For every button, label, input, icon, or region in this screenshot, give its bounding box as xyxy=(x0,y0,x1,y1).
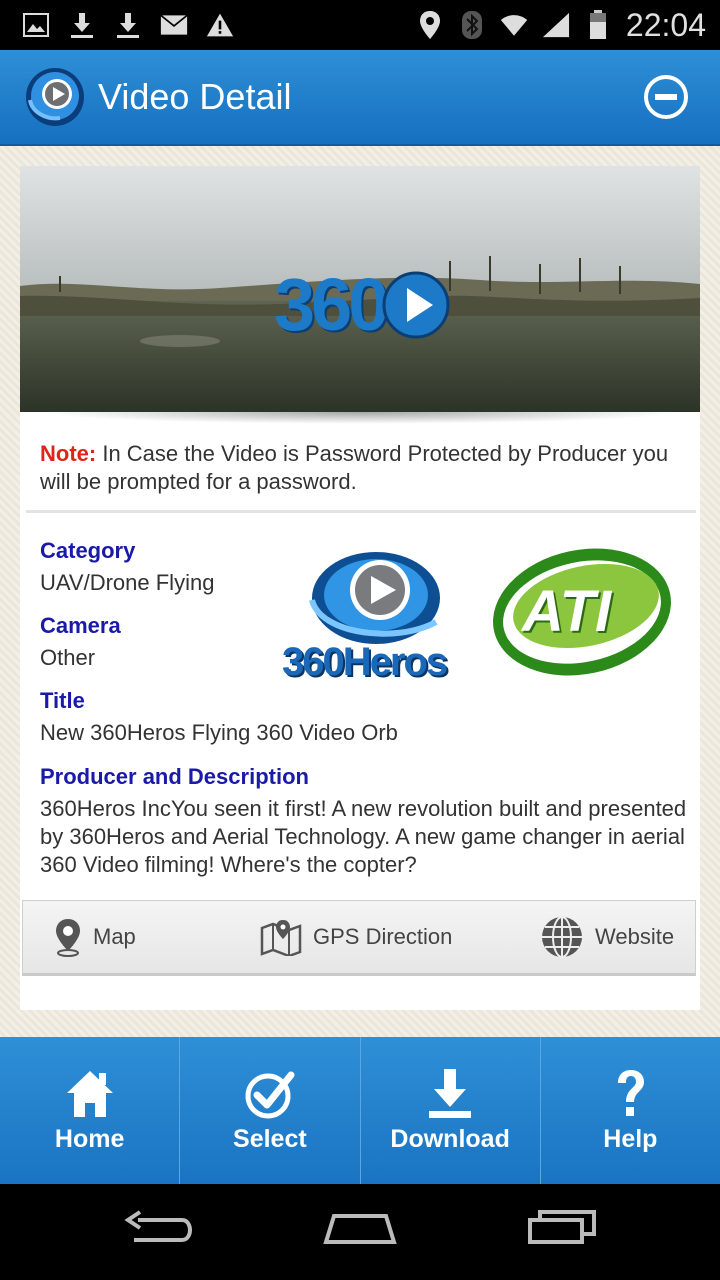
app-header: Video Detail xyxy=(0,50,720,146)
category-value: UAV/Drone Flying xyxy=(40,570,215,595)
play-icon[interactable] xyxy=(381,270,451,340)
title-value: New 360Heros Flying 360 Video Orb xyxy=(40,720,398,745)
producer-description: 360Heros IncYou seen it first! A new rev… xyxy=(40,796,687,877)
note-label: Note: xyxy=(40,441,97,466)
signal-icon xyxy=(542,11,570,39)
website-label: Website xyxy=(595,924,675,949)
globe-icon xyxy=(542,916,582,958)
download-tray-icon xyxy=(429,1069,472,1118)
status-bar: 22:04 xyxy=(0,0,720,50)
title-label: Title xyxy=(40,688,85,713)
battery-icon xyxy=(584,10,612,39)
home-icon xyxy=(66,1071,113,1117)
nav-download[interactable]: Download xyxy=(361,1037,541,1184)
minus-circle-icon[interactable] xyxy=(642,73,690,121)
video-thumbnail[interactable]: 360 xyxy=(20,166,700,412)
nav-help[interactable]: Help xyxy=(541,1037,720,1184)
ati-text: ATI xyxy=(522,579,612,644)
gps-direction-button[interactable]: GPS Direction xyxy=(259,901,452,973)
check-circle-icon xyxy=(245,1071,295,1119)
clock: 22:04 xyxy=(625,6,706,43)
producer-label: Producer and Description xyxy=(40,764,309,789)
360-text: 360 xyxy=(274,263,389,346)
camera-value: Other xyxy=(40,645,96,670)
map-pin-icon xyxy=(56,919,80,957)
nav-select[interactable]: Select xyxy=(180,1037,361,1184)
360-play-badge[interactable]: 360 xyxy=(274,262,451,347)
nav-help-label: Help xyxy=(603,1125,658,1153)
gps-direction-label: GPS Direction xyxy=(313,924,453,949)
360heros-text: 360Heros xyxy=(282,640,448,684)
360heros-logo: 360Heros xyxy=(276,540,476,690)
mail-icon xyxy=(160,11,188,39)
image-icon xyxy=(22,11,50,39)
nav-home[interactable]: Home xyxy=(0,1037,181,1184)
note-text: In Case the Video is Password Protected … xyxy=(40,441,669,494)
category-label: Category xyxy=(40,538,136,563)
question-icon xyxy=(618,1070,645,1116)
ati-logo: ATI xyxy=(484,540,684,690)
sponsor-logos: 360Heros ATI xyxy=(276,540,690,690)
bluetooth-icon xyxy=(458,11,486,39)
back-icon[interactable] xyxy=(124,1204,196,1254)
wifi-icon xyxy=(500,11,528,39)
360heros-orb-icon xyxy=(309,552,440,644)
download-icon xyxy=(68,11,96,39)
divider xyxy=(26,510,696,513)
map-label: Map xyxy=(93,924,136,949)
download-icon xyxy=(114,11,142,39)
nav-download-label: Download xyxy=(390,1125,510,1153)
nav-select-label: Select xyxy=(233,1125,307,1153)
map-button[interactable]: Map xyxy=(53,901,136,973)
video-shadow xyxy=(40,412,680,424)
folded-map-icon xyxy=(260,920,302,956)
action-bar: Map GPS Direction Website xyxy=(22,900,696,976)
location-icon xyxy=(416,11,444,39)
recent-apps-icon[interactable] xyxy=(526,1204,598,1254)
camera-label: Camera xyxy=(40,613,121,638)
bottom-navigation: Home Select Download Help xyxy=(0,1037,720,1184)
play-orb-icon[interactable] xyxy=(24,66,86,128)
nav-home-label: Home xyxy=(54,1125,125,1153)
warning-icon xyxy=(206,11,234,39)
page-title: Video Detail xyxy=(98,76,292,117)
home-nav-icon[interactable] xyxy=(322,1204,398,1254)
system-navigation-bar xyxy=(0,1184,720,1280)
website-button[interactable]: Website xyxy=(539,901,674,973)
password-note: Note: In Case the Video is Password Prot… xyxy=(40,440,690,496)
